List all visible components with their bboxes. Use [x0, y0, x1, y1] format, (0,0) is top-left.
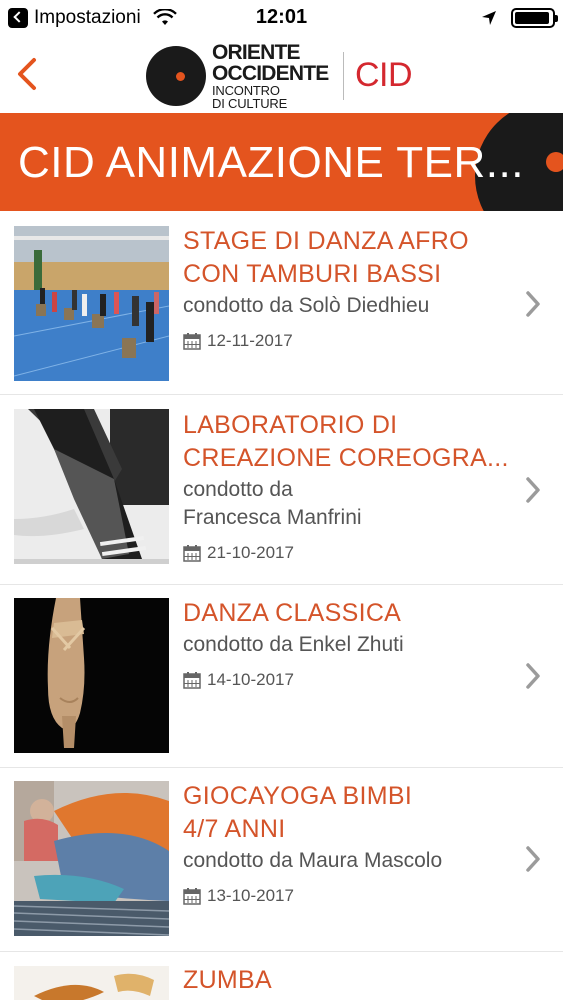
event-author-line: condotto da	[183, 478, 293, 501]
battery-icon	[511, 8, 558, 28]
calendar-icon	[183, 333, 201, 350]
event-date-text: 12-11-2017	[207, 331, 293, 350]
event-title-line: CREAZIONE COREOGRA...	[183, 444, 509, 472]
list-item[interactable]: DANZA CLASSICA condotto da Enkel Zhuti 1…	[0, 585, 563, 768]
event-title-line: ZUMBA	[183, 966, 272, 994]
list-item[interactable]: STAGE DI DANZA AFRO CON TAMBURI BASSI co…	[0, 211, 563, 395]
list-item[interactable]: LABORATORIO DI CREAZIONE COREOGRA... con…	[0, 395, 563, 585]
event-date-text: 13-10-2017	[207, 886, 294, 905]
event-date: 12-11-2017	[183, 330, 513, 352]
event-list: STAGE DI DANZA AFRO CON TAMBURI BASSI co…	[0, 211, 563, 1000]
chevron-right-icon	[526, 846, 540, 872]
list-item[interactable]: ZUMBA	[0, 952, 563, 1000]
event-date: 14-10-2017	[183, 669, 513, 691]
logo-text-line: DI CULTURE	[212, 96, 288, 111]
list-item[interactable]: GIOCAYOGA BIMBI 4/7 ANNI condotto da Mau…	[0, 768, 563, 952]
event-date-text: 14-10-2017	[207, 670, 294, 689]
event-author-line: condotto da Enkel Zhuti	[183, 633, 404, 656]
calendar-icon	[183, 545, 201, 562]
event-date: 21-10-2017	[183, 542, 513, 564]
section-banner: CID ANIMAZIONE TER...	[0, 113, 563, 211]
event-author-line: condotto da Maura Mascolo	[183, 849, 443, 872]
event-date: 13-10-2017	[183, 885, 513, 907]
event-thumbnail	[14, 781, 169, 936]
event-thumbnail	[14, 226, 169, 381]
event-title-line: STAGE DI DANZA AFRO	[183, 227, 469, 255]
status-bar: Impostazioni 12:01	[0, 0, 563, 38]
event-title: ZUMBA	[183, 964, 513, 997]
event-author: condotto da Francesca Manfrini	[183, 476, 513, 532]
chevron-left-icon	[18, 58, 36, 90]
location-arrow-icon	[482, 11, 496, 25]
chevron-right-icon	[526, 477, 540, 503]
event-author-line: Francesca Manfrini	[183, 506, 362, 529]
cid-logo-text: CID	[355, 56, 413, 94]
event-thumbnail	[14, 598, 169, 753]
status-time: 12:01	[255, 6, 308, 28]
event-thumbnail	[14, 409, 169, 564]
event-thumbnail	[14, 966, 169, 1000]
logo-text-line: ORIENTE	[212, 41, 301, 64]
event-title-line: DANZA CLASSICA	[183, 599, 402, 627]
chevron-right-icon	[526, 663, 540, 689]
battery-level	[515, 12, 550, 24]
event-title-line: 4/7 ANNI	[183, 815, 286, 843]
event-title: LABORATORIO DI CREAZIONE COREOGRA...	[183, 409, 513, 475]
event-title-line: CON TAMBURI BASSI	[183, 260, 442, 288]
event-title: GIOCAYOGA BIMBI 4/7 ANNI	[183, 780, 513, 846]
event-title-line: LABORATORIO DI	[183, 411, 398, 439]
oriente-occidente-logo: ORIENTE OCCIDENTE INCONTRO DI CULTURE	[146, 41, 329, 111]
chevron-right-icon	[526, 291, 540, 317]
event-date-text: 21-10-2017	[207, 543, 294, 562]
app-header: ORIENTE OCCIDENTE INCONTRO DI CULTURE CI…	[0, 38, 563, 113]
logo-text-line: OCCIDENTE	[212, 62, 329, 85]
calendar-icon	[183, 888, 201, 905]
page-title: CID ANIMAZIONE TER...	[18, 138, 524, 187]
banner-dot-decoration	[546, 152, 563, 172]
event-title-line: GIOCAYOGA BIMBI	[183, 782, 413, 810]
back-button[interactable]	[10, 52, 50, 96]
calendar-icon	[183, 672, 201, 689]
event-author-line: condotto da Solò Diedhieu	[183, 294, 430, 317]
event-title: DANZA CLASSICA	[183, 597, 513, 630]
logo-disc-icon	[146, 46, 206, 106]
event-author: condotto da Enkel Zhuti	[183, 631, 513, 659]
event-title: STAGE DI DANZA AFRO CON TAMBURI BASSI	[183, 225, 513, 291]
logo-divider	[343, 52, 344, 100]
event-author: condotto da Solò Diedhieu	[183, 292, 513, 320]
event-author: condotto da Maura Mascolo	[183, 847, 513, 875]
